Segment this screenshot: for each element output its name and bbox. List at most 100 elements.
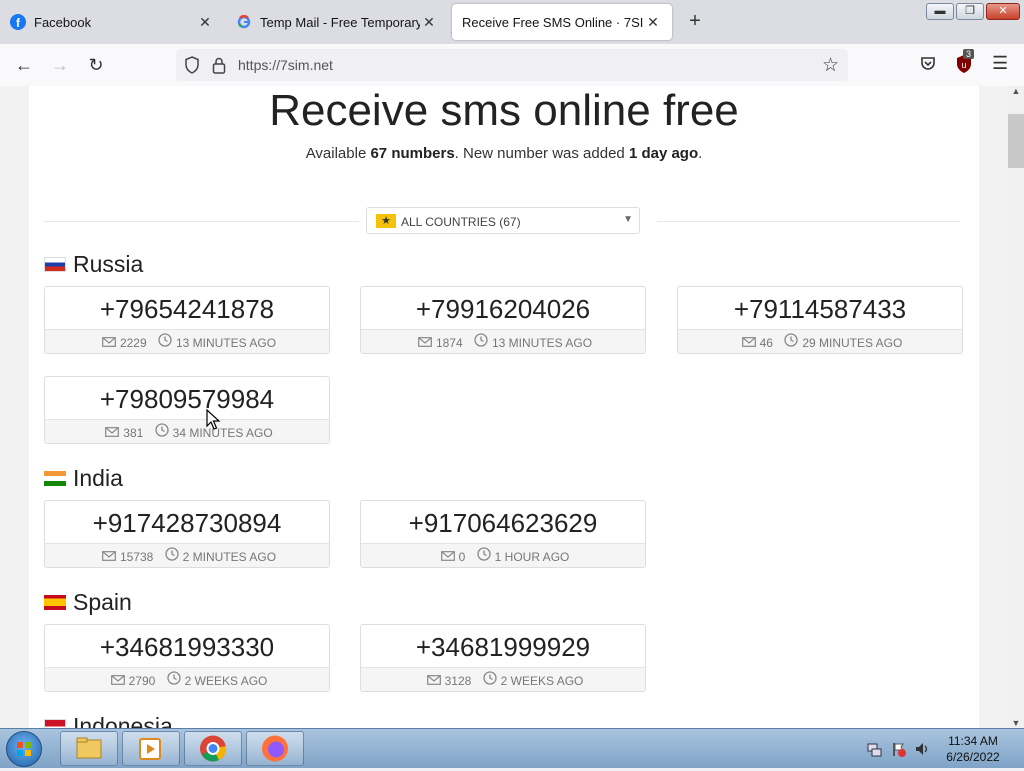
country-select-value: ALL COUNTRIES (67) — [401, 215, 521, 229]
page-container: Receive sms online free Available 67 num… — [29, 86, 979, 728]
last-message-time: 29 MINUTES AGO — [802, 335, 903, 350]
message-count: 1874 — [435, 335, 463, 350]
action-center-tray-icon[interactable] — [890, 741, 906, 762]
last-message-time: 34 MINUTES AGO — [172, 425, 273, 440]
lock-icon[interactable] — [212, 56, 226, 79]
number-card[interactable]: +917064623629 0 1 HOUR AGO — [360, 500, 646, 568]
number-card[interactable]: +34681993330 2790 2 WEEKS AGO — [44, 624, 330, 692]
last-added: 1 day ago — [628, 145, 699, 162]
availability-text: Available 67 numbers. New number was add… — [305, 145, 703, 162]
phone-number[interactable]: +79809579984 — [45, 377, 329, 420]
close-tab-icon[interactable]: ✕ — [644, 14, 662, 31]
vertical-scrollbar[interactable]: ▲ ▼ — [1008, 86, 1024, 728]
phone-number[interactable]: +34681999929 — [361, 625, 645, 668]
tab-title: Receive Free SMS Online · 7SIM.NET — [462, 14, 644, 30]
network-tray-icon[interactable] — [866, 741, 882, 762]
shield-icon[interactable] — [184, 56, 200, 79]
back-icon[interactable]: ← — [12, 53, 36, 77]
scroll-down-icon[interactable]: ▼ — [1008, 718, 1024, 728]
close-window-button[interactable]: ✕ — [986, 3, 1020, 20]
last-message-time: 13 MINUTES AGO — [176, 335, 277, 350]
taskbar: 11:34 AM 6/26/2022 — [0, 728, 1024, 768]
indonesia-flag-icon — [44, 719, 66, 728]
clock-icon — [784, 331, 798, 353]
mouse-cursor-icon — [206, 409, 220, 430]
scroll-thumb[interactable] — [1008, 114, 1024, 168]
maximize-button[interactable]: ❐ — [956, 3, 984, 20]
tab-7sim[interactable]: Receive Free SMS Online · 7SIM.NET ✕ — [452, 4, 672, 40]
menu-icon[interactable]: ☰ — [992, 53, 1008, 74]
message-count: 2790 — [128, 673, 156, 688]
number-card[interactable]: +79809579984 381 34 MINUTES AGO — [44, 376, 330, 444]
bookmark-star-icon[interactable]: ☆ — [822, 54, 839, 77]
number-card[interactable]: +79114587433 46 29 MINUTES AGO — [677, 286, 963, 354]
divider — [657, 221, 960, 222]
volume-tray-icon[interactable] — [914, 741, 930, 762]
reload-icon[interactable]: ↻ — [84, 53, 108, 77]
minimize-button[interactable]: ▬ — [926, 3, 954, 20]
firefox-taskbar-icon[interactable] — [246, 731, 304, 766]
clock-icon — [477, 545, 491, 567]
clock-icon — [158, 331, 172, 353]
clock-date: 6/26/2022 — [946, 750, 1000, 764]
country-heading-india: India — [44, 465, 123, 492]
phone-number[interactable]: +917428730894 — [45, 501, 329, 544]
country-select[interactable]: ★ ALL COUNTRIES (67) ▼ — [366, 207, 640, 234]
page-viewport: Receive sms online free Available 67 num… — [0, 86, 1008, 728]
phone-number[interactable]: +79114587433 — [678, 287, 962, 330]
clock-icon — [167, 669, 181, 691]
chrome-taskbar-icon[interactable] — [184, 731, 242, 766]
close-tab-icon[interactable]: ✕ — [196, 14, 214, 31]
message-count: 2229 — [119, 335, 147, 350]
scroll-up-icon[interactable]: ▲ — [1008, 86, 1024, 96]
svg-text:u: u — [961, 60, 966, 70]
last-message-time: 2 MINUTES AGO — [182, 549, 277, 564]
last-message-time: 2 WEEKS AGO — [500, 673, 584, 688]
envelope-icon — [741, 331, 756, 353]
number-card[interactable]: +79654241878 2229 13 MINUTES AGO — [44, 286, 330, 354]
close-tab-icon[interactable]: ✕ — [420, 14, 438, 31]
explorer-taskbar-icon[interactable] — [60, 731, 118, 766]
last-message-time: 1 HOUR AGO — [494, 549, 570, 564]
number-card[interactable]: +79916204026 1874 13 MINUTES AGO — [360, 286, 646, 354]
number-card[interactable]: +917428730894 15738 2 MINUTES AGO — [44, 500, 330, 568]
clock-icon — [483, 669, 497, 691]
page-title: Receive sms online free — [269, 86, 739, 135]
country-heading-russia: Russia — [44, 251, 143, 278]
tab-title: Facebook — [34, 14, 92, 30]
envelope-icon — [418, 331, 432, 353]
envelope-icon — [110, 669, 125, 691]
star-icon: ★ — [376, 214, 396, 228]
clock-icon — [155, 421, 169, 443]
message-count: 381 — [123, 425, 144, 440]
message-count: 3128 — [444, 673, 472, 688]
tab-temp-mail[interactable]: Temp Mail - Free Temporary Em ✕ — [226, 4, 448, 40]
url-bar[interactable]: https://7sim.net — [176, 49, 848, 81]
message-count: 15738 — [119, 549, 154, 564]
last-message-time: 13 MINUTES AGO — [492, 335, 593, 350]
available-count: 67 numbers — [370, 145, 455, 162]
ublock-icon[interactable]: u 3 — [954, 49, 975, 80]
start-button[interactable] — [6, 731, 42, 767]
new-tab-button[interactable]: + — [684, 10, 706, 33]
phone-number[interactable]: +79654241878 — [45, 287, 329, 330]
tab-strip: f Facebook ✕ Temp Mail - Free Temporary … — [0, 0, 1024, 44]
spain-flag-icon — [44, 595, 66, 610]
pocket-icon[interactable] — [920, 55, 936, 76]
phone-number[interactable]: +917064623629 — [361, 501, 645, 544]
message-count: 46 — [759, 335, 773, 350]
country-heading-indonesia: Indonesia — [44, 713, 173, 728]
forward-icon[interactable]: → — [48, 53, 72, 77]
clock-icon — [474, 331, 488, 353]
phone-number[interactable]: +34681993330 — [45, 625, 329, 668]
clock-icon — [165, 545, 179, 567]
envelope-icon — [102, 545, 116, 567]
phone-number[interactable]: +79916204026 — [361, 287, 645, 330]
tab-title: Temp Mail - Free Temporary Em — [260, 14, 420, 30]
media-player-taskbar-icon[interactable] — [122, 731, 180, 766]
number-card[interactable]: +34681999929 3128 2 WEEKS AGO — [360, 624, 646, 692]
url-text[interactable]: https://7sim.net — [238, 57, 333, 73]
tab-facebook[interactable]: f Facebook ✕ — [0, 4, 224, 40]
message-count: 0 — [458, 549, 466, 564]
system-clock[interactable]: 11:34 AM 6/26/2022 — [935, 733, 1011, 765]
